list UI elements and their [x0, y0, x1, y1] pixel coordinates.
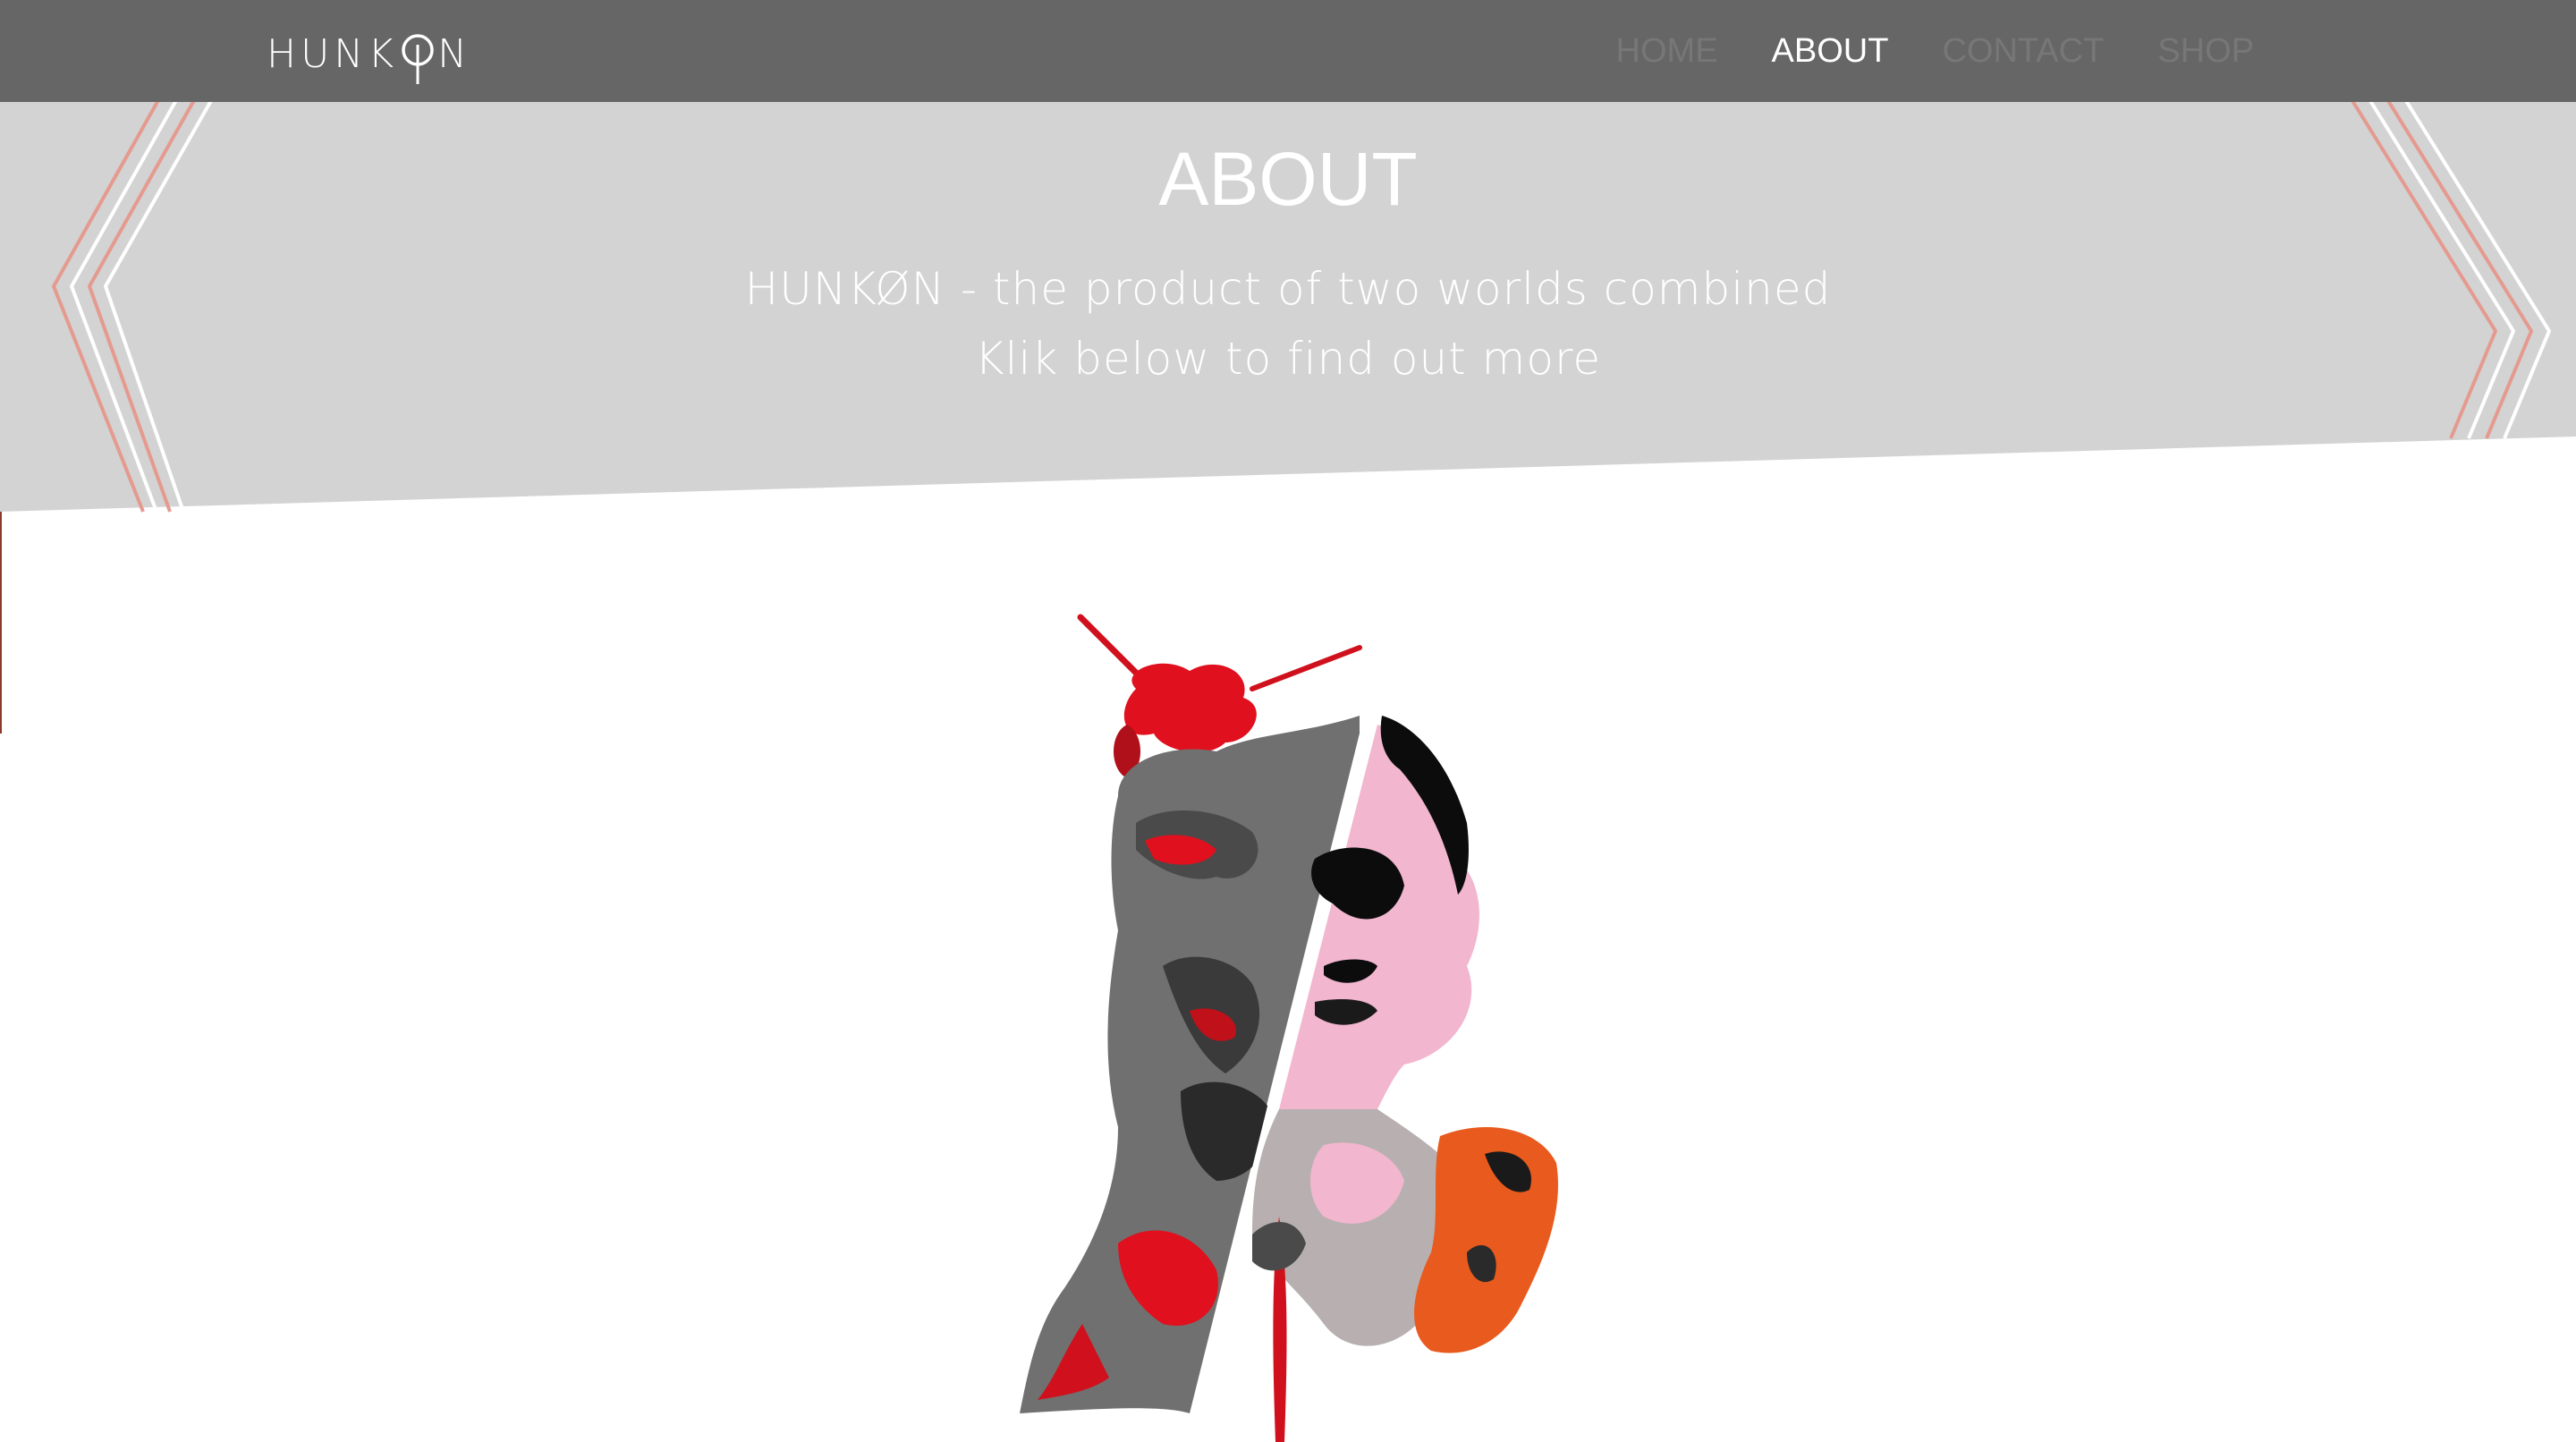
logo-text-left: HUNK — [267, 30, 399, 77]
main-nav: HOME ABOUT CONTACT SHOP — [1589, 23, 2281, 79]
nav-shop[interactable]: SHOP — [2131, 23, 2281, 79]
page-title: ABOUT — [1158, 137, 1418, 221]
nav-contact[interactable]: CONTACT — [1915, 23, 2131, 79]
brand-logo[interactable]: HUNK N — [267, 21, 471, 86]
logo-text-right: N — [437, 30, 471, 77]
hero-subtitle-line-1: HUNKØN - the product of two worlds combi… — [744, 263, 1832, 315]
navbar: HUNK N HOME ABOUT CONTACT SHOP — [0, 0, 2576, 102]
hero-subtitle-line-2: Klik below to find out more — [974, 333, 1602, 385]
nav-home[interactable]: HOME — [1589, 23, 1745, 79]
split-portrait-illustration — [1020, 614, 1558, 1442]
logo-symbol-icon — [400, 21, 436, 86]
nav-about[interactable]: ABOUT — [1745, 23, 1916, 79]
